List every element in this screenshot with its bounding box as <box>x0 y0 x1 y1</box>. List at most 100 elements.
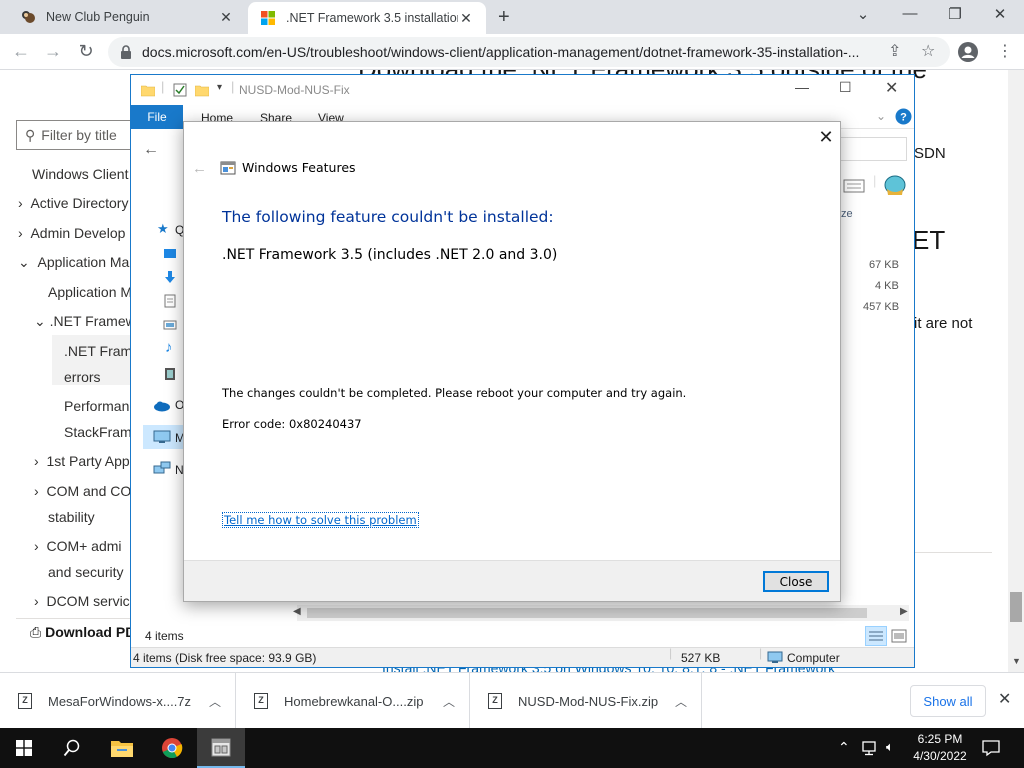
ribbon-expand-chevron-icon[interactable]: ⌄ <box>876 109 886 123</box>
tab-dotnet-installation[interactable]: .NET Framework 3.5 installation e ✕ <box>248 2 486 34</box>
pictures-icon[interactable] <box>163 318 177 332</box>
desktop-icon[interactable] <box>163 247 177 261</box>
address-bar[interactable]: docs.microsoft.com/en-US/troubleshoot/wi… <box>108 37 950 67</box>
nav-item[interactable]: Performan <box>64 398 129 414</box>
details-view-icon[interactable] <box>865 626 887 646</box>
restore-button[interactable]: ❐ <box>940 5 970 23</box>
dialog-close-icon[interactable]: ✕ <box>816 128 836 148</box>
new-folder-icon[interactable] <box>195 83 209 97</box>
start-button[interactable] <box>0 728 48 768</box>
size-column-header[interactable]: ze <box>841 208 853 220</box>
kebab-menu-icon[interactable]: ⋮ <box>997 41 1013 61</box>
minimize-button[interactable]: — <box>795 79 809 95</box>
new-tab-button[interactable]: + <box>498 6 510 29</box>
nav-item[interactable]: › COM and CO <box>34 483 131 499</box>
explorer-back-arrow-icon[interactable]: ← <box>143 141 159 159</box>
chevron-up-icon[interactable]: ︿ <box>195 693 235 710</box>
chevron-right-icon: › <box>34 538 39 554</box>
onedrive-cloud-icon[interactable] <box>153 400 171 412</box>
chevron-up-icon[interactable]: ︿ <box>429 693 469 710</box>
archive-file-icon: Z <box>254 693 268 709</box>
tab-close-icon[interactable]: ✕ <box>218 9 234 26</box>
help-link[interactable]: Tell me how to solve this problem <box>222 512 419 528</box>
network-tray-icon[interactable] <box>862 740 880 756</box>
profile-avatar-icon[interactable] <box>958 42 978 62</box>
minimize-button[interactable]: — <box>895 5 925 22</box>
close-window-button[interactable]: ✕ <box>985 5 1015 23</box>
maximize-button[interactable]: ☐ <box>839 79 852 96</box>
action-center-icon[interactable] <box>982 739 1000 757</box>
nav-item[interactable]: stability <box>48 509 95 525</box>
properties-check-icon[interactable] <box>173 83 187 97</box>
page-scrollbar[interactable] <box>1008 70 1024 680</box>
download-filename: NUSD-Mod-NUS-Fix.zip <box>518 693 659 709</box>
nav-item[interactable]: › COM+ admi <box>34 538 122 554</box>
show-hidden-icons-chevron-icon[interactable]: ⌃ <box>838 739 850 756</box>
nav-item[interactable]: Application M <box>48 284 132 300</box>
download-shelf-close-icon[interactable]: ✕ <box>998 689 1011 709</box>
nav-item[interactable]: ⌄ .NET Framew <box>34 313 136 330</box>
taskbar-clock[interactable]: 6:25 PM 4/30/2022 <box>906 731 974 765</box>
download-item[interactable]: Z NUSD-Mod-NUS-Fix.zip ︿ <box>470 673 702 729</box>
computer-icon <box>767 651 783 663</box>
downloads-arrow-icon[interactable] <box>163 270 177 284</box>
ribbon-tab-file[interactable]: File <box>131 105 183 129</box>
page-scrollbar-thumb[interactable] <box>1010 592 1022 622</box>
nav-item[interactable]: ⌄ Application Ma <box>18 254 129 271</box>
help-icon[interactable]: ? <box>895 108 912 125</box>
nav-item[interactable]: › 1st Party App <box>34 453 130 469</box>
quick-access-star-icon[interactable]: ★ <box>157 221 169 237</box>
reload-icon[interactable]: ↻ <box>75 41 97 62</box>
tab-search-chevron-icon[interactable]: ⌄ <box>848 5 878 23</box>
download-pdf-link[interactable]: ⎙ Download PD <box>30 624 135 641</box>
nav-item[interactable]: and security <box>48 564 123 580</box>
network-icon[interactable] <box>153 461 171 475</box>
taskbar-windows-features[interactable] <box>197 728 245 768</box>
explorer-status-bar: 4 items (Disk free space: 93.9 GB) | 527… <box>131 646 914 667</box>
forward-arrow-icon[interactable]: → <box>42 41 64 62</box>
share-icon[interactable]: ⇪ <box>888 41 901 61</box>
windows-taskbar: ⌃ 🔈︎ 6:25 PM 4/30/2022 <box>0 728 1024 768</box>
dialog-back-arrow-icon: ← <box>192 160 207 177</box>
chevron-right-icon: › <box>34 453 39 469</box>
close-button[interactable]: Close <box>763 571 829 592</box>
scroll-left-arrow-icon[interactable]: ◀ <box>293 606 301 617</box>
nav-item[interactable]: › Active Directory <box>18 195 128 211</box>
back-arrow-icon[interactable]: ← <box>10 41 32 62</box>
download-item[interactable]: Z MesaForWindows-x....7z ︿ <box>0 673 236 729</box>
shell-globe-icon[interactable] <box>883 175 907 197</box>
preview-pane-icon[interactable] <box>843 179 865 193</box>
large-icons-view-icon[interactable] <box>891 629 907 643</box>
download-item[interactable]: Z Homebrewkanal-O....zip ︿ <box>236 673 470 729</box>
archive-file-icon: Z <box>488 693 502 709</box>
scroll-down-arrow-icon[interactable]: ▼ <box>1012 656 1021 666</box>
horizontal-scrollbar-thumb[interactable] <box>307 608 867 618</box>
chevron-right-icon: › <box>18 225 23 241</box>
volume-icon[interactable]: 🔈︎ <box>886 739 894 755</box>
nav-item-selected[interactable]: errors <box>64 369 101 385</box>
show-all-button[interactable]: Show all <box>910 685 986 717</box>
tab-new-club-penguin[interactable]: New Club Penguin ✕ <box>8 0 246 34</box>
chevron-up-icon[interactable]: ︿ <box>661 693 701 710</box>
scroll-right-arrow-icon[interactable]: ▶ <box>900 606 908 617</box>
taskbar-file-explorer[interactable] <box>98 728 146 768</box>
nav-item[interactable]: › DCOM servic <box>34 593 130 609</box>
windows-features-icon <box>220 161 236 175</box>
nav-item[interactable]: StackFrame <box>64 424 139 440</box>
horizontal-scrollbar[interactable]: ◀ ▶ <box>293 605 909 621</box>
this-pc-monitor-icon[interactable] <box>153 430 171 444</box>
search-button[interactable] <box>48 728 96 768</box>
documents-icon[interactable] <box>163 294 177 308</box>
nav-item-selected[interactable]: .NET Fram <box>64 343 132 359</box>
music-note-icon[interactable]: ♪ <box>165 339 173 356</box>
close-button[interactable]: ✕ <box>885 78 898 98</box>
explorer-search-box[interactable] <box>837 137 907 161</box>
nav-item[interactable]: › Admin Develop <box>18 225 125 241</box>
tab-close-icon[interactable]: ✕ <box>458 10 474 27</box>
lock-icon <box>121 45 131 59</box>
quick-access-dropdown-icon[interactable]: ▾ <box>217 82 222 93</box>
taskbar-chrome[interactable] <box>148 728 196 768</box>
nav-item[interactable]: Windows Client <box>32 166 128 182</box>
videos-icon[interactable] <box>163 367 177 381</box>
bookmark-star-icon[interactable]: ☆ <box>921 41 935 61</box>
